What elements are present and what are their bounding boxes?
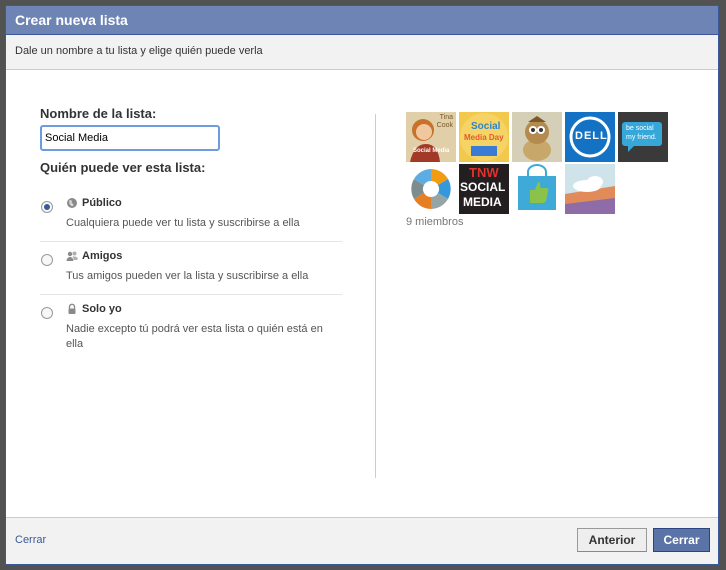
member-thumb-dell[interactable]: DELL — [565, 112, 615, 162]
member-thumb-social-media-day[interactable]: Social Media Day — [459, 112, 509, 162]
colorful-wheel-image — [406, 164, 456, 214]
list-settings: Nombre de la lista: Quién puede ver esta… — [40, 106, 342, 362]
visibility-option-public[interactable]: Público Cualquiera puede ver tu lista y … — [40, 189, 342, 242]
visibility-option-friends[interactable]: Amigos Tus amigos pueden ver la lista y … — [40, 242, 342, 295]
dialog-subtitle: Dale un nombre a tu lista y elige quién … — [6, 35, 718, 70]
only-me-option-title: Solo yo — [82, 303, 122, 315]
friends-option-desc: Tus amigos pueden ver la lista y suscrib… — [66, 270, 309, 282]
member-thumbnails: Tina Cook Social Media Social Media Day — [406, 112, 676, 214]
dialog-footer: Cerrar Anterior Cerrar — [6, 517, 718, 564]
public-radio[interactable] — [41, 201, 53, 213]
member-thumb-cloud-landscape[interactable] — [565, 164, 615, 214]
only-me-radio[interactable] — [41, 307, 53, 319]
cloud-landscape-image — [565, 164, 615, 214]
previous-button[interactable]: Anterior — [577, 528, 647, 552]
dialog-title: Crear nueva lista — [6, 6, 718, 35]
lock-icon — [68, 303, 76, 314]
thumbs-up-bag-image — [512, 164, 562, 214]
visibility-options: Público Cualquiera puede ver tu lista y … — [40, 189, 342, 362]
member-thumb-tina-cook[interactable]: Tina Cook Social Media — [406, 112, 456, 162]
only-me-option-desc: Nadie excepto tú podrá ver esta lista o … — [66, 323, 323, 350]
member-thumb-tnw-social-media[interactable]: TNW SOCIAL MEDIA — [459, 164, 509, 214]
globe-icon — [67, 198, 77, 208]
friends-radio[interactable] — [41, 254, 53, 266]
friends-icon — [66, 251, 78, 261]
list-name-label: Nombre de la lista: — [40, 106, 157, 121]
create-list-dialog: Crear nueva lista Dale un nombre a tu li… — [5, 5, 719, 565]
member-thumb-be-social[interactable]: be social my friend. — [618, 112, 668, 162]
cartoon-character-image — [512, 112, 562, 162]
list-name-input[interactable] — [40, 125, 220, 151]
dialog-body: Nombre de la lista: Quién puede ver esta… — [6, 70, 718, 518]
public-option-desc: Cualquiera puede ver tu lista y suscribi… — [66, 217, 300, 229]
close-link[interactable]: Cerrar — [15, 534, 46, 546]
members-panel: Tina Cook Social Media Social Media Day — [406, 112, 676, 228]
public-option-title: Público — [82, 197, 122, 209]
member-thumb-thumbs-up-bag[interactable] — [512, 164, 562, 214]
column-divider — [375, 114, 376, 478]
close-button[interactable]: Cerrar — [653, 528, 710, 552]
member-thumb-colorful-wheel[interactable] — [406, 164, 456, 214]
member-thumb-cartoon-character[interactable] — [512, 112, 562, 162]
members-count: 9 miembros — [406, 216, 464, 228]
visibility-label: Quién puede ver esta lista: — [40, 160, 206, 175]
visibility-option-only-me[interactable]: Solo yo Nadie excepto tú podrá ver esta … — [40, 295, 342, 362]
friends-option-title: Amigos — [82, 250, 123, 262]
